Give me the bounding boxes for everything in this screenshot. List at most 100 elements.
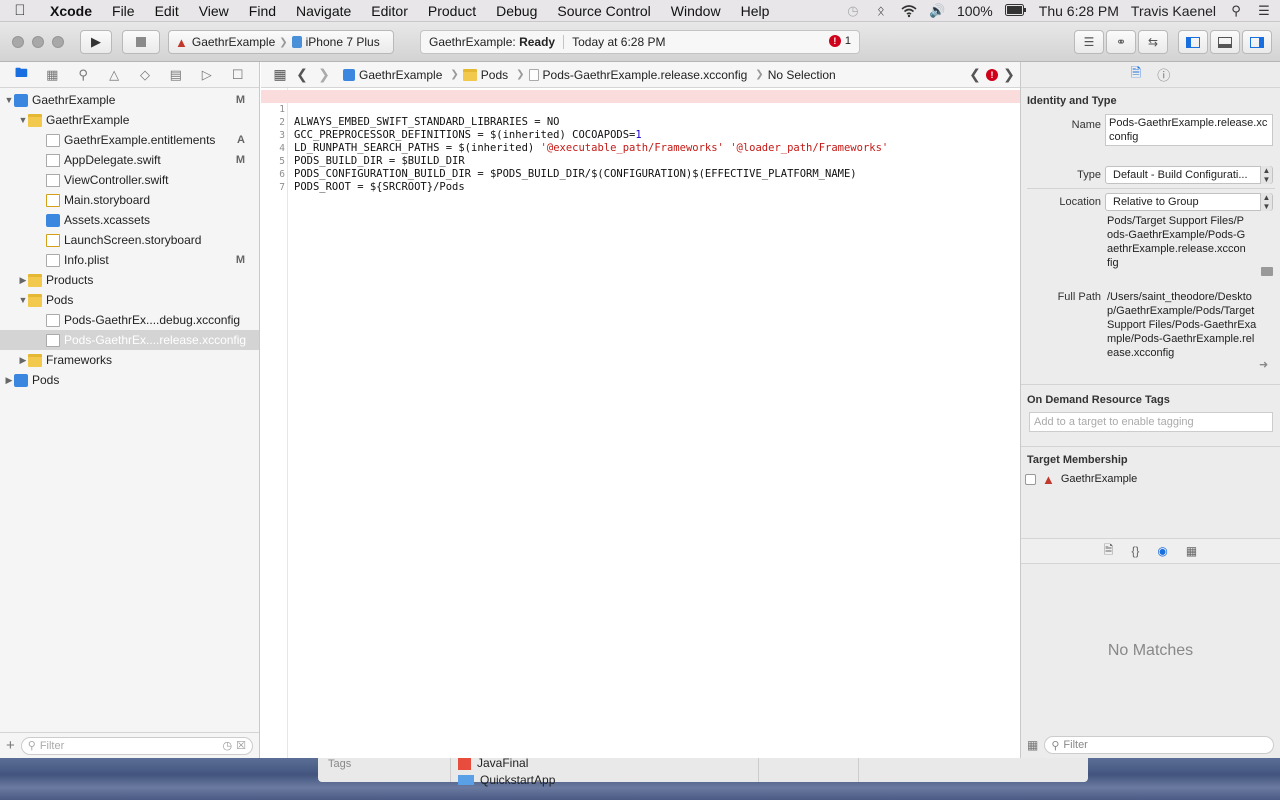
- spotlight-search-icon[interactable]: ⚲: [1228, 4, 1244, 18]
- source-editor[interactable]: 1 ALWAYS_EMBED_SWIFT_STANDARD_LIBRARIES …: [261, 88, 1020, 758]
- tree-group-pods[interactable]: ▼ Pods: [0, 290, 259, 310]
- related-items-icon[interactable]: ▦: [269, 66, 291, 83]
- tree-file-debug-xcconfig[interactable]: Pods-GaethrEx....debug.xcconfig: [0, 310, 259, 330]
- menu-navigate[interactable]: Navigate: [286, 3, 361, 19]
- reveal-folder-icon[interactable]: [1261, 267, 1273, 276]
- grid-view-icon[interactable]: ▦: [1027, 738, 1038, 752]
- file-inspector-icon[interactable]: 🗎: [1131, 64, 1141, 86]
- object-library-icon[interactable]: ◉: [1157, 544, 1167, 558]
- tree-file-main-storyboard[interactable]: Main.storyboard: [0, 190, 259, 210]
- next-issue-icon[interactable]: ❯: [998, 66, 1020, 83]
- close-window-button[interactable]: [12, 36, 24, 48]
- menu-editor[interactable]: Editor: [361, 3, 418, 19]
- standard-editor-button[interactable]: ☰: [1074, 30, 1104, 54]
- breadcrumb-group[interactable]: Pods: [462, 68, 508, 82]
- file-type-popup[interactable]: Default - Build Configurati... ▲ ▼: [1105, 166, 1273, 184]
- warning-icon[interactable]: △: [106, 67, 122, 83]
- test-diamond-icon[interactable]: ◇: [137, 67, 153, 83]
- disclosure-open-icon[interactable]: ▼: [18, 115, 28, 125]
- location-popup[interactable]: Relative to Group ▲ ▼: [1105, 193, 1273, 211]
- code-snippet-icon[interactable]: {}: [1131, 544, 1139, 558]
- tree-project-pods[interactable]: ▶ Pods: [0, 370, 259, 390]
- scheme-name[interactable]: GaethrExample: [192, 35, 275, 49]
- error-icon[interactable]: !: [986, 68, 998, 81]
- breadcrumb-project[interactable]: GaethrExample: [343, 68, 442, 82]
- debug-list-icon[interactable]: ▤: [168, 67, 184, 83]
- report-icon[interactable]: ☐: [230, 67, 246, 83]
- tree-file-entitlements[interactable]: GaethrExample.entitlements A: [0, 130, 259, 150]
- recent-files-icon[interactable]: ◷: [223, 739, 233, 752]
- breadcrumb-file[interactable]: Pods-GaethrExample.release.xcconfig: [528, 68, 747, 82]
- menu-product[interactable]: Product: [418, 3, 486, 19]
- zoom-window-button[interactable]: [52, 36, 64, 48]
- folder-icon[interactable]: 🖿: [13, 64, 29, 86]
- toggle-debug-area-button[interactable]: [1210, 30, 1240, 54]
- menu-user[interactable]: Travis Kaenel: [1131, 3, 1216, 19]
- menu-source-control[interactable]: Source Control: [547, 3, 660, 19]
- stop-button[interactable]: [122, 30, 160, 54]
- target-membership-row[interactable]: ▲ GaethrExample: [1025, 470, 1137, 488]
- battery-icon[interactable]: [1004, 4, 1027, 18]
- bluetooth-icon[interactable]: ᛟ: [873, 4, 889, 18]
- code-line[interactable]: 2 GCC_PREPROCESSOR_DEFINITIONS = $(inher…: [261, 103, 1020, 141]
- menu-xcode[interactable]: Xcode: [40, 3, 102, 19]
- tree-group-gaethrexample[interactable]: ▼ GaethrExample: [0, 110, 259, 130]
- tree-file-release-xcconfig[interactable]: Pods-GaethrEx....release.xcconfig: [0, 330, 259, 350]
- quick-help-icon[interactable]: ⓘ: [1157, 65, 1170, 84]
- tree-project-root[interactable]: ▼ GaethrExample M: [0, 90, 259, 110]
- media-library-icon[interactable]: ▦: [1186, 544, 1197, 558]
- time-machine-icon[interactable]: ◷: [845, 4, 861, 18]
- tree-file-appdelegate[interactable]: AppDelegate.swift M: [0, 150, 259, 170]
- code-line[interactable]: 5 PODS_CONFIGURATION_BUILD_DIR = $PODS_B…: [261, 142, 1020, 180]
- previous-issue-icon[interactable]: ❮: [964, 66, 986, 83]
- menu-file[interactable]: File: [102, 3, 145, 19]
- tree-file-assets[interactable]: Assets.xcassets: [0, 210, 259, 230]
- back-arrow-icon[interactable]: ❮: [291, 66, 313, 83]
- minimize-window-button[interactable]: [32, 36, 44, 48]
- run-button[interactable]: ▶: [80, 30, 112, 54]
- menu-edit[interactable]: Edit: [145, 3, 189, 19]
- version-editor-button[interactable]: ⇆: [1138, 30, 1168, 54]
- add-icon[interactable]: +: [6, 737, 15, 754]
- toggle-navigator-button[interactable]: [1178, 30, 1208, 54]
- breadcrumb-selection[interactable]: No Selection: [768, 68, 836, 82]
- code-line[interactable]: 1 ALWAYS_EMBED_SWIFT_STANDARD_LIBRARIES …: [261, 90, 1020, 128]
- disclosure-closed-icon[interactable]: ▶: [4, 375, 14, 386]
- membership-checkbox[interactable]: [1025, 473, 1036, 485]
- assistant-editor-button[interactable]: ⚭: [1106, 30, 1136, 54]
- wifi-icon[interactable]: [901, 4, 917, 18]
- toggle-utilities-button[interactable]: [1242, 30, 1272, 54]
- scm-filter-icon[interactable]: ☒: [236, 739, 246, 752]
- code-line[interactable]: 3 LD_RUNPATH_SEARCH_PATHS = $(inherited)…: [261, 116, 1020, 154]
- disclosure-closed-icon[interactable]: ▶: [18, 355, 28, 366]
- menu-debug[interactable]: Debug: [486, 3, 547, 19]
- bg-list-item[interactable]: JavaFinal: [458, 756, 528, 770]
- forward-arrow-icon[interactable]: ❯: [313, 66, 335, 83]
- code-line[interactable]: 7: [261, 168, 1020, 193]
- code-line[interactable]: 6 PODS_ROOT = ${SRCROOT}/Pods: [261, 155, 1020, 193]
- disclosure-closed-icon[interactable]: ▶: [18, 275, 28, 286]
- symbol-navigator-icon[interactable]: ▦: [44, 67, 60, 83]
- name-field[interactable]: Pods-GaethrExample.release.xcconfig: [1105, 114, 1273, 146]
- tree-group-frameworks[interactable]: ▶ Frameworks: [0, 350, 259, 370]
- menu-help[interactable]: Help: [731, 3, 780, 19]
- scheme-selector[interactable]: ▲ GaethrExample ❯ iPhone 7 Plus: [168, 30, 394, 54]
- disclosure-open-icon[interactable]: ▼: [4, 95, 14, 105]
- disclosure-open-icon[interactable]: ▼: [18, 295, 28, 305]
- navigator-filter-input[interactable]: ⚲ Filter ◷ ☒: [20, 736, 253, 755]
- breakpoint-icon[interactable]: ▷: [199, 67, 215, 83]
- background-window[interactable]: Tags JavaFinal QuickstartApp: [318, 756, 1088, 787]
- file-template-icon[interactable]: 🗎: [1104, 541, 1114, 562]
- destination-name[interactable]: iPhone 7 Plus: [306, 35, 380, 49]
- tree-group-products[interactable]: ▶ Products: [0, 270, 259, 290]
- tree-file-infoplist[interactable]: Info.plist M: [0, 250, 259, 270]
- menu-window[interactable]: Window: [661, 3, 731, 19]
- apple-menu-icon[interactable]: : [0, 2, 40, 19]
- reveal-in-finder-icon[interactable]: ➜: [1259, 358, 1268, 371]
- menu-find[interactable]: Find: [239, 3, 286, 19]
- code-line[interactable]: 4 PODS_BUILD_DIR = $BUILD_DIR: [261, 129, 1020, 167]
- resource-tags-field[interactable]: Add to a target to enable tagging: [1029, 412, 1273, 432]
- tree-file-launchscreen[interactable]: LaunchScreen.storyboard: [0, 230, 259, 250]
- notification-center-icon[interactable]: ☰: [1256, 4, 1272, 18]
- menu-view[interactable]: View: [189, 3, 239, 19]
